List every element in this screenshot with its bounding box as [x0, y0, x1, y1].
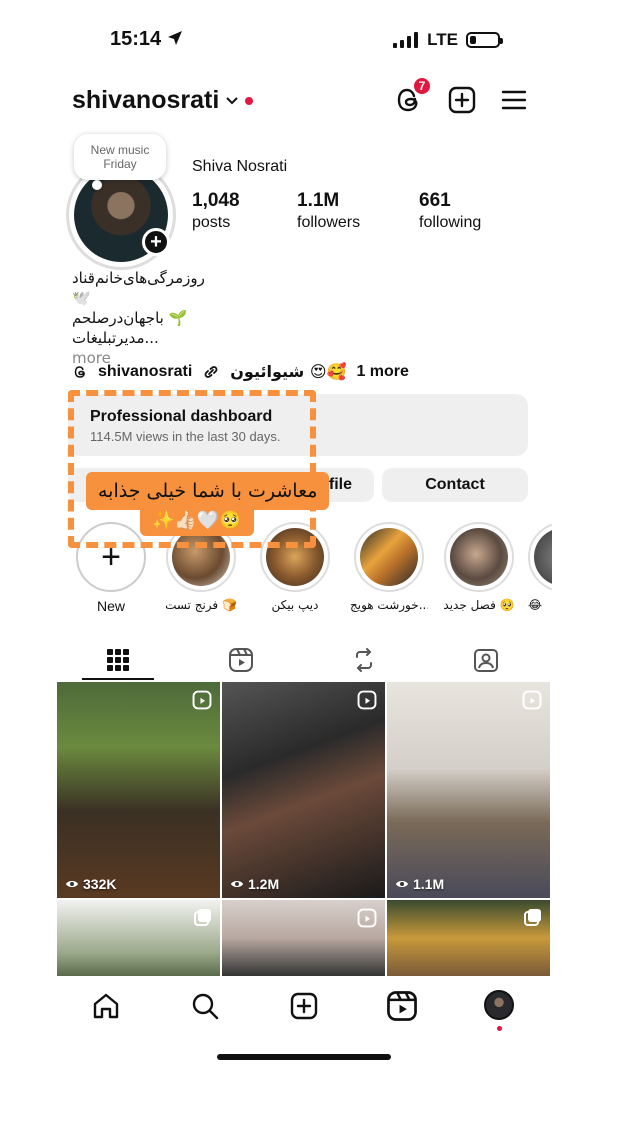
stat-value: 1.1M	[297, 190, 340, 211]
reel-badge-icon	[522, 690, 542, 710]
reel-badge-icon	[357, 908, 377, 928]
nav-search[interactable]	[189, 990, 221, 1022]
profile-avatar-icon	[484, 990, 514, 1020]
display-name: Shiva Nosrati	[192, 158, 288, 175]
unread-dot	[245, 96, 254, 105]
tab-grid[interactable]	[78, 640, 158, 680]
stat-value: 661	[419, 190, 451, 211]
create-icon	[290, 992, 318, 1020]
stat-following[interactable]: 661 following	[419, 190, 481, 232]
bio-line: باجهان‌درصلحم 🌱	[72, 309, 188, 327]
bio: روزمرگی‌های‌خانم‌قناد 🕊️ باجهان‌درصلحم 🌱…	[72, 268, 332, 368]
bio-line: مدیرتبلیغات...	[72, 329, 159, 347]
more-links[interactable]: 1 more	[356, 363, 408, 381]
highlight-cover	[444, 522, 514, 592]
nav-profile[interactable]	[484, 990, 516, 1031]
contact-button[interactable]: Contact	[382, 468, 528, 502]
reel-badge-icon	[192, 690, 212, 710]
view-count: 332K	[65, 876, 116, 892]
bio-line: روزمرگی‌های‌خانم‌قناد	[72, 269, 205, 287]
view-count: 1.1M	[395, 876, 444, 892]
plus-icon: +	[150, 231, 162, 253]
eye-icon	[396, 881, 408, 887]
post-tile[interactable]	[222, 900, 385, 976]
home-indicator	[217, 1054, 391, 1060]
reels-icon	[229, 648, 253, 672]
highlight-cover	[528, 522, 552, 592]
stat-value: 1,048	[192, 190, 240, 211]
status-time: 15:14	[110, 28, 183, 51]
bottom-nav	[56, 986, 552, 1036]
view-count: 1.2M	[230, 876, 279, 892]
home-icon	[93, 993, 119, 1019]
tab-reposts[interactable]	[324, 640, 404, 680]
highlight-label: خورشت هویج...	[350, 598, 428, 612]
repost-icon	[356, 648, 372, 672]
carousel-icon	[524, 909, 541, 926]
external-link[interactable]: شیوائیون 😍🥰	[230, 362, 346, 381]
note-bubble[interactable]: New music Friday	[74, 134, 166, 190]
highlight-item[interactable]: 😂	[528, 522, 552, 612]
highlight-item[interactable]: فصل جدید 🥺	[440, 522, 518, 612]
network-label: LTE	[427, 30, 458, 49]
stat-label: following	[419, 214, 482, 231]
battery-icon	[466, 32, 503, 48]
highlight-label: 😂	[528, 598, 543, 612]
highlight-item[interactable]: خورشت هویج...	[350, 522, 428, 612]
instagram-profile-screen: 15:14 LTE shivanosrati 7 + New music Fri…	[56, 0, 552, 1136]
location-arrow-icon	[167, 31, 182, 45]
eye-icon	[231, 881, 243, 887]
signal-icon	[393, 32, 419, 48]
threads-handle-link[interactable]: shivanosrati	[98, 363, 192, 381]
username-switcher[interactable]: shivanosrati	[72, 86, 254, 115]
highlight-label: فصل جدید 🥺	[443, 598, 515, 612]
sticker-emoji: ✨👍🏻🤍🥺	[140, 504, 254, 536]
status-indicators: LTE	[393, 30, 503, 50]
stat-label: posts	[192, 214, 231, 231]
threads-button[interactable]: 7	[392, 76, 432, 116]
tagged-icon	[474, 649, 498, 672]
add-post-icon	[448, 86, 476, 114]
nav-create[interactable]	[288, 990, 320, 1022]
nav-home[interactable]	[90, 990, 122, 1022]
link-icon	[204, 365, 218, 378]
bio-line: 🕊️	[72, 289, 91, 307]
tab-reels[interactable]	[201, 640, 281, 680]
active-tab-indicator	[82, 678, 154, 680]
highlight-label: دیپ بیکن	[271, 598, 319, 612]
highlight-label: New	[96, 598, 125, 614]
tab-tagged[interactable]	[446, 640, 526, 680]
post-tile[interactable]	[57, 900, 220, 976]
post-tile[interactable]: 1.1M	[387, 682, 550, 898]
post-tile[interactable]	[387, 900, 550, 976]
stat-followers[interactable]: 1.1M followers	[297, 190, 360, 232]
reels-icon	[387, 991, 417, 1021]
unread-dot	[497, 1026, 502, 1031]
links-row: shivanosrati شیوائیون 😍🥰 1 more	[72, 362, 409, 381]
grid-icon	[107, 649, 129, 671]
chevron-down-icon	[226, 96, 238, 104]
carousel-icon	[194, 909, 211, 926]
threads-icon	[74, 365, 85, 378]
highlight-cover	[354, 522, 424, 592]
stat-posts[interactable]: 1,048 posts	[192, 190, 240, 232]
contact-label: Contact	[425, 476, 485, 493]
post-tile[interactable]: 332K	[57, 682, 220, 898]
reel-badge-icon	[357, 690, 377, 710]
stat-label: followers	[297, 214, 361, 231]
post-tile[interactable]: 1.2M	[222, 682, 385, 898]
notification-badge: 7	[412, 76, 432, 96]
highlight-label: فرنج تست 🍞	[165, 598, 237, 612]
add-post-button[interactable]	[446, 84, 478, 116]
menu-icon	[501, 90, 527, 110]
eye-icon	[66, 881, 78, 887]
username: shivanosrati	[72, 86, 220, 114]
menu-button[interactable]	[498, 84, 530, 116]
nav-reels[interactable]	[386, 990, 418, 1022]
add-story-button[interactable]: +	[142, 228, 170, 256]
search-icon	[192, 993, 219, 1020]
